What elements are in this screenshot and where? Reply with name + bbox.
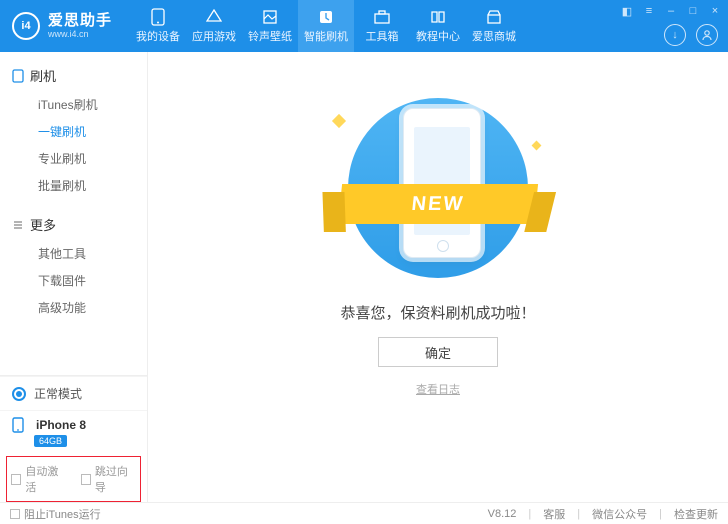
nav-label: 我的设备 xyxy=(136,28,180,44)
success-illustration: NEW xyxy=(338,98,538,278)
checkbox-label: 跳过向导 xyxy=(95,463,136,495)
status-bar: 阻止iTunes运行 V8.12 | 客服 | 微信公众号 | 检查更新 xyxy=(0,502,728,524)
brand-text: 爱思助手 www.i4.cn xyxy=(48,13,112,40)
top-nav: 我的设备 应用游戏 铃声壁纸 智能刷机 工具箱 教程中心 爱思商城 xyxy=(130,0,522,52)
nav-label: 爱思商城 xyxy=(472,28,516,44)
skip-guide-checkbox[interactable]: 跳过向导 xyxy=(81,463,137,495)
device-phone-icon xyxy=(12,417,28,433)
window-controls: ◧ ≡ – □ × xyxy=(620,4,722,18)
sidebar-section-title: 更多 xyxy=(30,215,56,234)
app-header: i4 爱思助手 www.i4.cn 我的设备 应用游戏 铃声壁纸 智能刷机 工具… xyxy=(0,0,728,52)
minimize-icon[interactable]: – xyxy=(664,4,678,18)
body: 刷机 iTunes刷机 一键刷机 专业刷机 批量刷机 更多 其他工具 下载固件 … xyxy=(0,52,728,502)
nav-flash[interactable]: 智能刷机 xyxy=(298,0,354,52)
sparkle-icon xyxy=(532,141,542,151)
device-mode[interactable]: 正常模式 xyxy=(0,376,147,410)
phone-outline-icon xyxy=(12,69,24,83)
phone-illustration-icon xyxy=(403,108,481,258)
sidebar-footer: 正常模式 iPhone 8 64GB 自动激活 跳过向导 xyxy=(0,375,147,502)
store-icon xyxy=(485,8,503,26)
brand: i4 爱思助手 www.i4.cn xyxy=(0,12,124,40)
device-storage-badge: 64GB xyxy=(34,435,67,447)
brand-logo-icon: i4 xyxy=(12,12,40,40)
nav-label: 工具箱 xyxy=(366,28,399,44)
ribbon-text: NEW xyxy=(338,184,538,224)
sidebar-item-advanced[interactable]: 高级功能 xyxy=(12,294,135,321)
footer-left: 阻止iTunes运行 xyxy=(10,506,476,522)
nav-store[interactable]: 爱思商城 xyxy=(466,0,522,52)
support-link[interactable]: 客服 xyxy=(543,506,565,522)
device-info[interactable]: iPhone 8 64GB xyxy=(0,410,147,455)
divider: | xyxy=(659,508,662,520)
mode-label: 正常模式 xyxy=(34,385,82,402)
sidebar-scroll: 刷机 iTunes刷机 一键刷机 专业刷机 批量刷机 更多 其他工具 下载固件 … xyxy=(0,52,147,375)
skin-icon[interactable]: ◧ xyxy=(620,4,634,18)
close-icon[interactable]: × xyxy=(708,4,722,18)
checkbox-icon xyxy=(10,509,20,519)
sidebar-item-batch-flash[interactable]: 批量刷机 xyxy=(12,172,135,199)
sidebar-section-title: 刷机 xyxy=(30,66,56,85)
checkbox-icon xyxy=(11,474,21,485)
sidebar-item-other-tools[interactable]: 其他工具 xyxy=(12,240,135,267)
phone-icon xyxy=(149,8,167,26)
highlighted-options: 自动激活 跳过向导 xyxy=(6,456,141,502)
nav-label: 教程中心 xyxy=(416,28,460,44)
nav-apps[interactable]: 应用游戏 xyxy=(186,0,242,52)
flash-icon xyxy=(317,8,335,26)
nav-tools[interactable]: 工具箱 xyxy=(354,0,410,52)
check-update-link[interactable]: 检查更新 xyxy=(674,506,718,522)
nav-label: 应用游戏 xyxy=(192,28,236,44)
ok-button[interactable]: 确定 xyxy=(378,337,498,367)
sidebar-item-itunes-flash[interactable]: iTunes刷机 xyxy=(12,91,135,118)
sidebar-menu-flash: iTunes刷机 一键刷机 专业刷机 批量刷机 xyxy=(12,89,135,205)
success-message: 恭喜您，保资料刷机成功啦！ xyxy=(340,302,535,323)
wechat-link[interactable]: 微信公众号 xyxy=(592,506,647,522)
checkbox-icon xyxy=(81,474,91,485)
divider: | xyxy=(577,508,580,520)
menu-icon[interactable]: ≡ xyxy=(642,4,656,18)
mode-indicator-icon xyxy=(12,387,26,401)
block-itunes-checkbox[interactable]: 阻止iTunes运行 xyxy=(10,506,101,522)
user-icon[interactable] xyxy=(696,24,718,46)
toolbox-icon xyxy=(373,8,391,26)
header-right-buttons: ↓ xyxy=(664,24,718,46)
nav-ringtones[interactable]: 铃声壁纸 xyxy=(242,0,298,52)
maximize-icon[interactable]: □ xyxy=(686,4,700,18)
apps-icon xyxy=(205,8,223,26)
brand-subtitle: www.i4.cn xyxy=(48,29,112,40)
sidebar-item-pro-flash[interactable]: 专业刷机 xyxy=(12,145,135,172)
checkbox-label: 阻止iTunes运行 xyxy=(24,506,101,522)
download-icon[interactable]: ↓ xyxy=(664,24,686,46)
auto-activate-checkbox[interactable]: 自动激活 xyxy=(11,463,67,495)
wallpaper-icon xyxy=(261,8,279,26)
view-log-link[interactable]: 查看日志 xyxy=(416,381,460,397)
sidebar-section-header[interactable]: 更多 xyxy=(12,211,135,238)
sidebar-section-more: 更多 其他工具 下载固件 高级功能 xyxy=(0,211,147,327)
version-label: V8.12 xyxy=(488,508,517,520)
checkbox-label: 自动激活 xyxy=(25,463,66,495)
divider: | xyxy=(528,508,531,520)
nav-my-device[interactable]: 我的设备 xyxy=(130,0,186,52)
main-content: NEW 恭喜您，保资料刷机成功啦！ 确定 查看日志 xyxy=(148,52,728,502)
sidebar-item-download-firmware[interactable]: 下载固件 xyxy=(12,267,135,294)
book-icon xyxy=(429,8,447,26)
ribbon-icon: NEW xyxy=(340,184,536,224)
sidebar-section-header[interactable]: 刷机 xyxy=(12,62,135,89)
device-name: iPhone 8 xyxy=(36,418,86,432)
nav-label: 铃声壁纸 xyxy=(248,28,292,44)
nav-label: 智能刷机 xyxy=(304,28,348,44)
sidebar-item-onekey-flash[interactable]: 一键刷机 xyxy=(12,118,135,145)
sidebar-menu-more: 其他工具 下载固件 高级功能 xyxy=(12,238,135,327)
sparkle-icon xyxy=(332,114,346,128)
sidebar: 刷机 iTunes刷机 一键刷机 专业刷机 批量刷机 更多 其他工具 下载固件 … xyxy=(0,52,148,502)
list-icon xyxy=(12,219,24,231)
nav-tutorials[interactable]: 教程中心 xyxy=(410,0,466,52)
sidebar-section-flash: 刷机 iTunes刷机 一键刷机 专业刷机 批量刷机 xyxy=(0,62,147,205)
brand-title: 爱思助手 xyxy=(48,13,112,29)
